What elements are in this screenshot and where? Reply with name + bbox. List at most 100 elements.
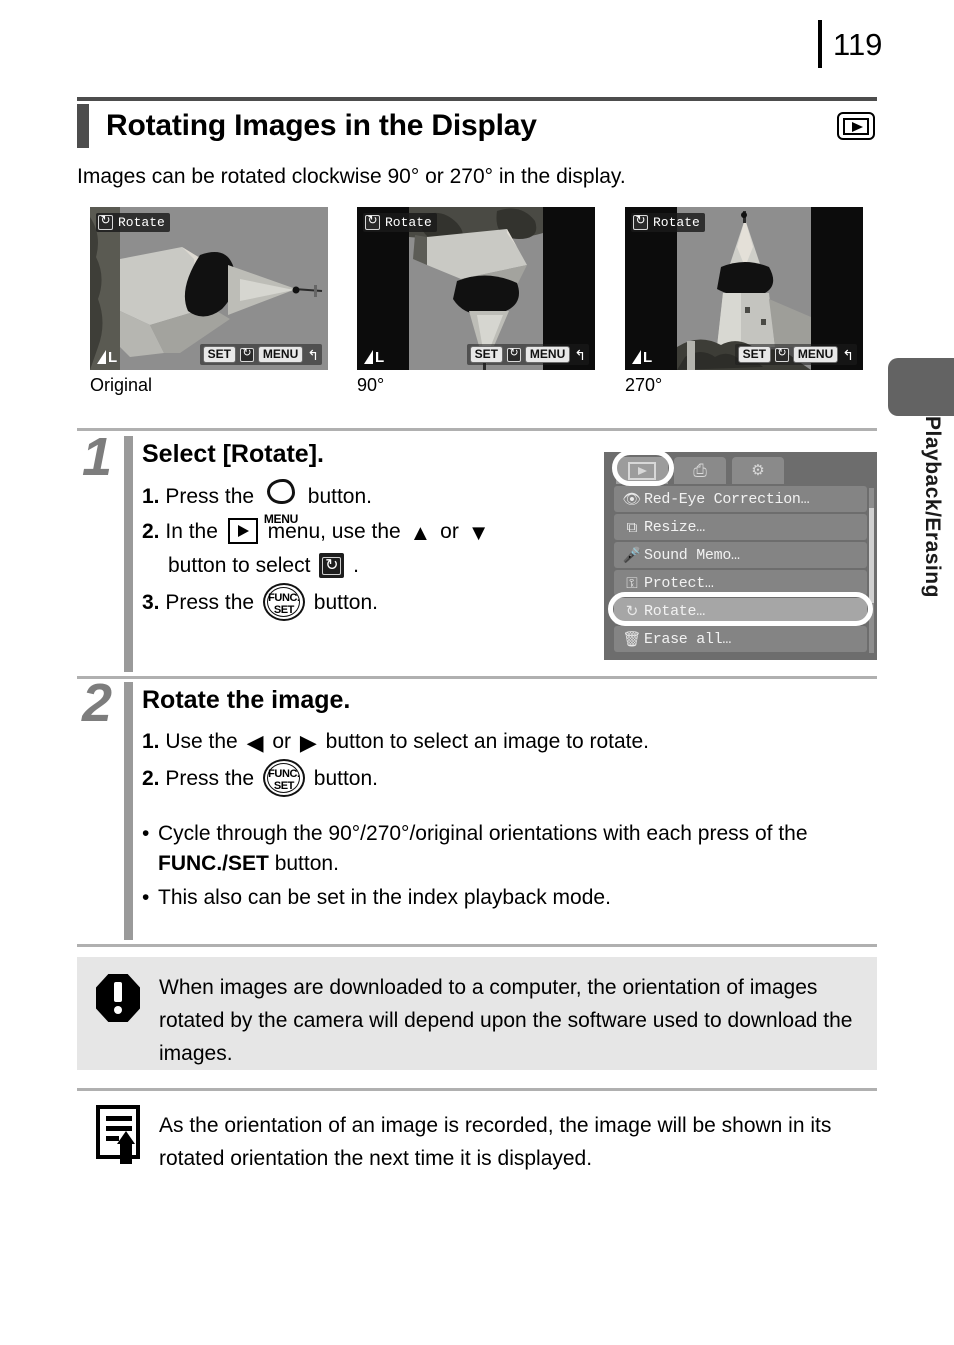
page-number-block: 119 [818,20,882,68]
arrow-left-icon: ◀ [246,730,264,755]
title-accent-bar [77,104,89,148]
menu-row-erase-all[interactable]: 🗑 Erase all… [614,626,867,652]
sample-caption: Original [90,375,153,395]
tools-icon: ⚙ [751,462,765,479]
arrow-down-icon: ▼ [467,520,490,545]
menu-button-icon: MENU [263,479,299,526]
page-number: 119 [833,26,883,62]
menu-row-resize[interactable]: ⧉ Resize… [614,514,867,540]
osd-control-bar: SET MENU ↰ [199,344,322,365]
rotate-icon [633,213,648,230]
playback-icon [837,112,875,140]
settings-tab[interactable]: ⚙ [732,457,784,484]
menu-row-sound-memo[interactable]: 🎤 Sound Memo… [614,542,867,568]
rotate-icon [98,213,113,230]
quality-indicator: L [632,350,652,365]
menu-key: MENU [792,346,839,363]
osd-rotate-text: Rotate [118,215,165,230]
memo-note: As the orientation of an image is record… [77,1095,877,1195]
step-heading: Rotate the image. [142,686,351,714]
set-key: SET [202,346,236,363]
quality-indicator: L [97,350,117,365]
rotate-icon [774,346,789,362]
osd-rotate-label: Rotate [363,213,437,232]
step1-top-rule [77,428,877,431]
bullet-text-after: button. [274,852,339,875]
printer-icon: ⎙ [693,461,707,480]
trash-icon: 🗑 [622,630,642,648]
title-top-rule [77,97,877,101]
print-tab[interactable]: ⎙ [674,457,726,484]
arrow-up-icon: ▲ [409,520,432,545]
rotate-highlight-ring [608,592,873,626]
osd-rotate-label: Rotate [96,213,170,232]
lcd-preview: Rotate L SET MENU ↰ [357,207,595,370]
step2-item-1: 1. Use the ◀ or ▶ button to select an im… [142,730,650,755]
set-key: SET [469,346,503,363]
exclamation-icon [77,957,159,1070]
rotate-icon [239,346,254,362]
warning-note-text: When images are downloaded to a computer… [159,976,853,1065]
step-rail [124,436,133,672]
menu-key: MENU [524,346,571,363]
lcd-preview: Rotate L SET MENU ↰ [90,207,328,370]
step2-top-rule [77,676,877,679]
protect-icon: ⚿ [626,574,638,592]
page-number-rule [818,20,822,68]
func-set-button-icon: FUNC. SET [262,583,305,621]
func-set-button-icon: FUNC. SET [262,759,305,797]
intro-text: Images can be rotated clockwise 90° or 2… [77,165,626,188]
menu-row-label: Erase all… [644,630,732,648]
back-arrow-icon: ↰ [842,346,854,363]
step2-bottom-rule [77,944,877,947]
back-arrow-icon: ↰ [574,346,586,363]
menu-scrollbar[interactable] [869,488,874,653]
memo-pencil-icon [77,1095,159,1195]
bullet-dot: • [142,822,150,845]
side-tab-label: Playback/Erasing [921,416,944,598]
bullet-bold-term: FUNC./SET [158,852,269,875]
memo-note-rule [77,1088,877,1091]
bullet-text: Cycle through the 90°/270°/original orie… [158,822,808,845]
menu-row-label: Protect… [644,574,714,592]
osd-rotate-text: Rotate [653,215,700,230]
arrow-right-icon: ▶ [299,730,317,755]
back-arrow-icon: ↰ [307,346,319,363]
sample-original: Rotate L SET MENU ↰ Original [90,207,328,396]
quality-indicator: L [364,350,384,365]
menu-row-red-eye[interactable]: 👁 Red-Eye Correction… [614,486,867,512]
step-2: 2 Rotate the image. 1. Use the ◀ or ▶ bu… [77,676,877,940]
step2-bullet-2: • This also can be set in the index play… [142,883,877,913]
memo-note-text: As the orientation of an image is record… [159,1114,832,1170]
osd-rotate-label: Rotate [631,213,705,232]
menu-row-label: Resize… [644,518,705,536]
sample-images: Rotate L SET MENU ↰ Original [90,207,890,397]
camera-menu-screenshot: ⎙ ⚙ 👁 Red-Eye Correction… ⧉ Resize… 🎤 So… [604,452,877,660]
osd-control-bar: SET MENU ↰ [734,344,857,365]
osd-control-bar: SET MENU ↰ [466,344,589,365]
step2-item-2: 2. Press the FUNC. SET button. [142,759,877,797]
bullet-text: This also can be set in the index playba… [158,886,611,909]
menu-row-label: Sound Memo… [644,546,740,564]
step2-bullet-1: • Cycle through the 90°/270°/original or… [142,819,877,879]
red-eye-icon: 👁 [622,490,642,508]
set-key: SET [737,346,771,363]
lcd-preview: Rotate L SET MENU ↰ [625,207,863,370]
page-title: Rotating Images in the Display [106,109,537,142]
title-row: Rotating Images in the Display [77,103,877,149]
sound-memo-icon: 🎤 [622,546,642,564]
warning-note: When images are downloaded to a computer… [77,957,877,1070]
osd-rotate-text: Rotate [385,215,432,230]
playback-menu-icon [227,518,258,544]
side-tab-marker [888,358,954,416]
rotate-icon [506,346,521,362]
resize-icon: ⧉ [626,518,638,536]
step-rail [124,682,133,940]
sample-90: Rotate L SET MENU ↰ 90° [357,207,595,396]
step-number: 2 [81,673,113,733]
tab-highlight-ring [612,452,674,486]
rotate-icon [319,553,345,578]
sample-caption: 270° [625,375,663,395]
menu-row-label: Red-Eye Correction… [644,490,810,508]
menu-key: MENU [257,346,304,363]
